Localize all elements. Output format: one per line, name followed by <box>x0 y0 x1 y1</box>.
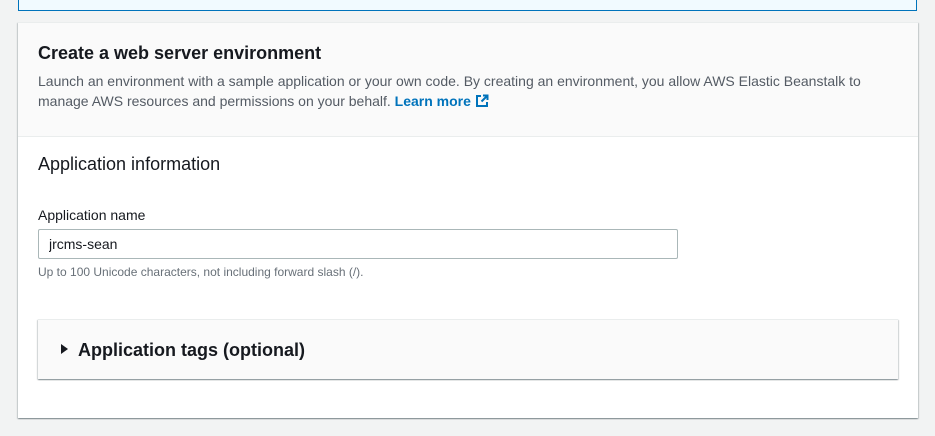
top-info-panel <box>18 0 917 11</box>
application-tags-title: Application tags (optional) <box>78 340 305 360</box>
application-name-label: Application name <box>38 207 146 223</box>
caret-right-icon <box>61 344 68 354</box>
application-tags-expandable[interactable]: Application tags (optional) <box>38 319 898 379</box>
learn-more-label: Learn more <box>394 93 471 109</box>
create-environment-card: Create a web server environment Launch a… <box>18 22 918 418</box>
external-link-icon <box>475 93 489 113</box>
card-header: Create a web server environment Launch a… <box>18 23 918 137</box>
application-name-constraint: Up to 100 Unicode characters, not includ… <box>38 265 364 279</box>
application-information-title: Application information <box>38 154 221 174</box>
learn-more-link[interactable]: Learn more <box>395 93 489 109</box>
application-name-input[interactable] <box>38 229 678 259</box>
card-title: Create a web server environment <box>38 43 322 63</box>
card-description: Launch an environment with a sample appl… <box>38 71 898 113</box>
